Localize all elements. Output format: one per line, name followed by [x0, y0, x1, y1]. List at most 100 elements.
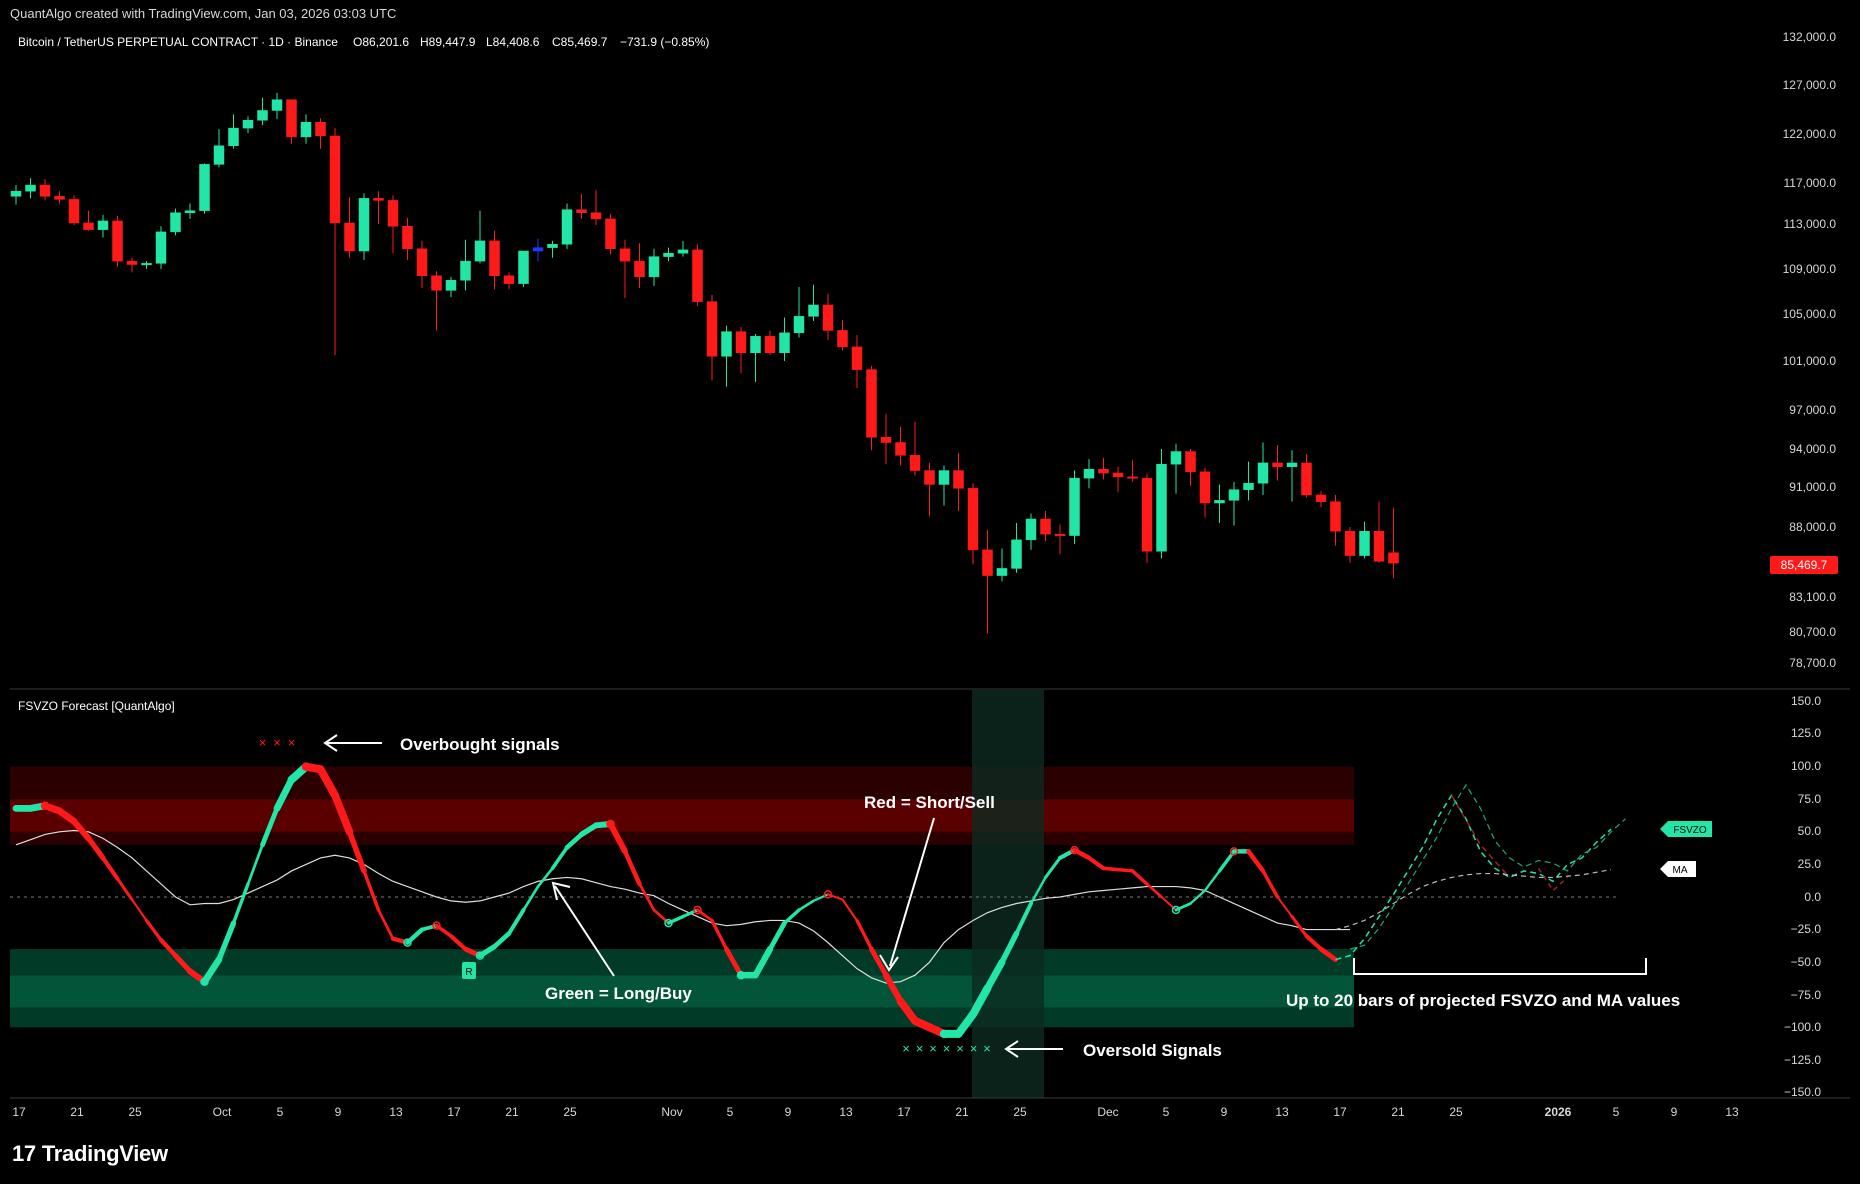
candle-body: [358, 198, 370, 252]
candle: [1112, 466, 1124, 493]
fsvzo-segment: [377, 908, 395, 941]
oversold-signal-icon: ×: [983, 1041, 991, 1056]
candle: [213, 129, 225, 168]
time-tick-label: 13: [1275, 1105, 1289, 1119]
indicator-tick-label: −150.0: [1784, 1085, 1821, 1099]
candle: [924, 462, 935, 517]
candle-body: [924, 470, 935, 485]
candle: [967, 483, 979, 565]
candle: [561, 203, 573, 249]
candle: [97, 214, 109, 238]
candle-body: [155, 231, 167, 264]
candle-body: [851, 346, 863, 370]
price-tick-label: 127,000.0: [1783, 78, 1837, 92]
time-tick-label: 21: [505, 1105, 519, 1119]
candle-body: [1040, 518, 1051, 535]
price-tick-label: 109,000.0: [1783, 262, 1837, 276]
fsvzo-segment: [448, 934, 468, 952]
fsvzo-segment: [1203, 869, 1221, 892]
candle: [663, 247, 674, 262]
candle-body: [445, 280, 457, 291]
indicator-axis[interactable]: 150.0 125.0 100.0 75.0 50.0 25.0 0.0 −25.0 −50.0…: [1784, 694, 1821, 1099]
fsvzo-segment: [231, 882, 250, 925]
time-tick-label: Nov: [661, 1105, 682, 1119]
candle: [112, 215, 123, 267]
candle-body: [1185, 451, 1196, 473]
candle: [779, 317, 790, 361]
candle: [808, 284, 819, 322]
candle-body: [25, 184, 36, 192]
fsvzo-segment: [492, 931, 512, 949]
red-short-label: Red = Short/Sell: [864, 793, 995, 812]
candle-body: [793, 316, 805, 334]
candle: [1388, 507, 1399, 579]
candle: [68, 195, 80, 226]
fsvzo-projection-band: [1349, 783, 1626, 950]
candle-body: [1214, 500, 1225, 504]
candle-body: [126, 260, 138, 265]
chart-canvas[interactable]: × × × × × × × × × × 132,000.0 127,000.0 122,000.0 11…: [0, 0, 1860, 1184]
time-axis[interactable]: 17 21 25 Oct 5 9 13 17 21 25 Nov 5 9 13 17 21 25 Dec 5 9 13 1…: [10, 1097, 1850, 1119]
price-tick-label: 88,000.0: [1789, 520, 1836, 534]
fsvzo-segment: [767, 920, 787, 952]
fsvzo-segment: [1043, 856, 1062, 879]
candle-body: [1083, 469, 1095, 479]
fsvzo-segment: [522, 885, 540, 912]
candle: [489, 230, 500, 290]
candle-body: [184, 210, 196, 213]
time-tick-label: 21: [70, 1105, 84, 1119]
candle-body: [112, 220, 123, 262]
candle-body: [1272, 462, 1283, 467]
fsvzo-segment: [246, 843, 264, 886]
candle: [271, 92, 283, 120]
candle-body: [83, 222, 94, 230]
time-tick-label: Oct: [213, 1105, 232, 1119]
ma-tag: MA: [1660, 861, 1696, 877]
candle-body: [1373, 531, 1385, 562]
indicator-tick-label: 125.0: [1791, 726, 1821, 740]
time-tick-label: 9: [1671, 1105, 1678, 1119]
candle-body: [1170, 451, 1182, 465]
indicator-pane[interactable]: × × × × × × × × × ×: [10, 690, 1626, 1098]
time-tick-label: 25: [563, 1105, 577, 1119]
candle: [1141, 474, 1153, 563]
oversold-signal-icon: ×: [970, 1041, 978, 1056]
candle: [1257, 442, 1269, 495]
candle: [1156, 449, 1167, 559]
ohlc-change: −731.9 (−0.85%): [620, 35, 709, 49]
candle-body: [68, 199, 80, 224]
oversold-signal-icon: ×: [916, 1041, 924, 1056]
candle-body: [1359, 531, 1370, 556]
signal-highlight-column: [972, 690, 1044, 1098]
candle-body: [1127, 476, 1138, 479]
candle: [822, 293, 834, 340]
oversold-signal-icon: ×: [929, 1041, 937, 1056]
candle: [619, 239, 631, 299]
candle: [1228, 481, 1240, 526]
candle: [1199, 468, 1211, 518]
fsvzo-segment: [1057, 848, 1077, 860]
candle: [358, 193, 370, 260]
last-price-label: 85,469.7: [1781, 558, 1828, 572]
candle: [648, 248, 660, 286]
candle-body: [648, 256, 660, 278]
brand-label: TradingView: [41, 1141, 168, 1166]
candle: [1344, 527, 1356, 563]
candle-body: [489, 240, 500, 276]
tradingview-brand[interactable]: 17 TradingView: [12, 1141, 168, 1167]
fsvzo-segment: [1246, 849, 1266, 874]
candle: [1286, 450, 1298, 502]
fsvzo-segment: [1261, 869, 1280, 899]
candle-body: [141, 263, 152, 266]
price-pane[interactable]: [10, 92, 1399, 634]
candle-body: [271, 99, 283, 111]
candle-body: [1069, 477, 1080, 536]
price-tick-label: 132,000.0: [1783, 30, 1837, 44]
candle: [677, 240, 689, 257]
candle-body: [1098, 469, 1109, 474]
candle-body: [663, 253, 674, 257]
candle: [416, 240, 428, 289]
candle-body: [431, 275, 442, 291]
time-tick-label: 5: [727, 1105, 734, 1119]
candle: [866, 365, 877, 451]
